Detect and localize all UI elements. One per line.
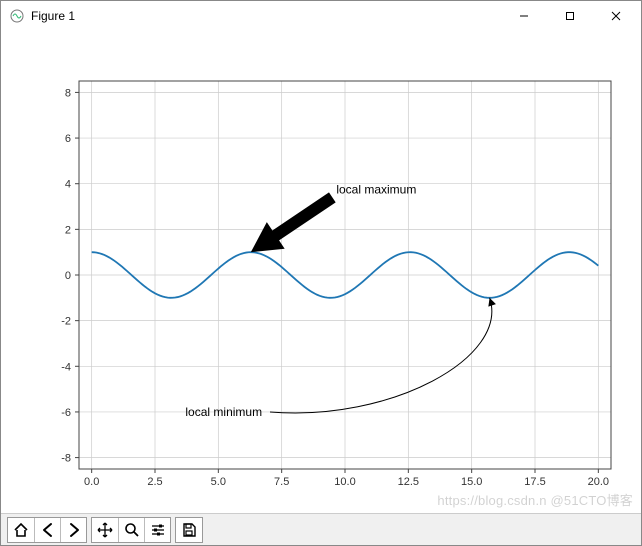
svg-text:5.0: 5.0 <box>211 476 226 488</box>
svg-text:7.5: 7.5 <box>274 476 289 488</box>
svg-text:-4: -4 <box>61 361 71 373</box>
close-icon <box>611 11 621 21</box>
maximize-icon <box>565 11 575 21</box>
close-button[interactable] <box>593 1 639 31</box>
svg-text:8: 8 <box>65 87 71 99</box>
zoom-button[interactable] <box>118 518 144 542</box>
svg-text:-6: -6 <box>61 407 71 419</box>
svg-text:0: 0 <box>65 270 71 282</box>
svg-text:2.5: 2.5 <box>147 476 162 488</box>
pan-icon <box>97 522 113 538</box>
svg-text:-8: -8 <box>61 453 71 465</box>
maximize-button[interactable] <box>547 1 593 31</box>
svg-text:6: 6 <box>65 133 71 145</box>
app-icon <box>9 8 25 24</box>
window-title: Figure 1 <box>31 9 75 23</box>
minimize-button[interactable] <box>501 1 547 31</box>
subplots-button[interactable] <box>144 518 170 542</box>
arrow-left-icon <box>40 522 56 538</box>
home-icon <box>13 522 29 538</box>
forward-button[interactable] <box>60 518 86 542</box>
save-icon <box>181 522 197 538</box>
save-button[interactable] <box>176 518 202 542</box>
arrow-right-icon <box>66 522 82 538</box>
svg-text:local maximum: local maximum <box>336 182 416 196</box>
svg-text:10.0: 10.0 <box>334 476 355 488</box>
pan-button[interactable] <box>92 518 118 542</box>
sliders-icon <box>150 522 166 538</box>
plot-svg: 0.0 2.5 5.0 7.5 10.0 12.5 15.0 17.5 20.0 -8 -6 -4 -2… <box>1 31 641 513</box>
figure-canvas[interactable]: 0.0 2.5 5.0 7.5 10.0 12.5 15.0 17.5 20.0 -8 -6 -4 -2… <box>1 31 641 513</box>
title-bar: Figure 1 <box>1 1 641 31</box>
svg-text:17.5: 17.5 <box>524 476 545 488</box>
svg-text:4: 4 <box>65 179 71 191</box>
home-button[interactable] <box>8 518 34 542</box>
svg-text:15.0: 15.0 <box>461 476 482 488</box>
svg-text:2: 2 <box>65 224 71 236</box>
svg-text:12.5: 12.5 <box>398 476 419 488</box>
minimize-icon <box>519 11 529 21</box>
nav-toolbar <box>1 513 641 545</box>
svg-text:0.0: 0.0 <box>84 476 99 488</box>
svg-text:-2: -2 <box>61 316 71 328</box>
svg-text:20.0: 20.0 <box>588 476 609 488</box>
svg-text:local minimum: local minimum <box>185 405 262 419</box>
zoom-icon <box>124 522 140 538</box>
back-button[interactable] <box>34 518 60 542</box>
